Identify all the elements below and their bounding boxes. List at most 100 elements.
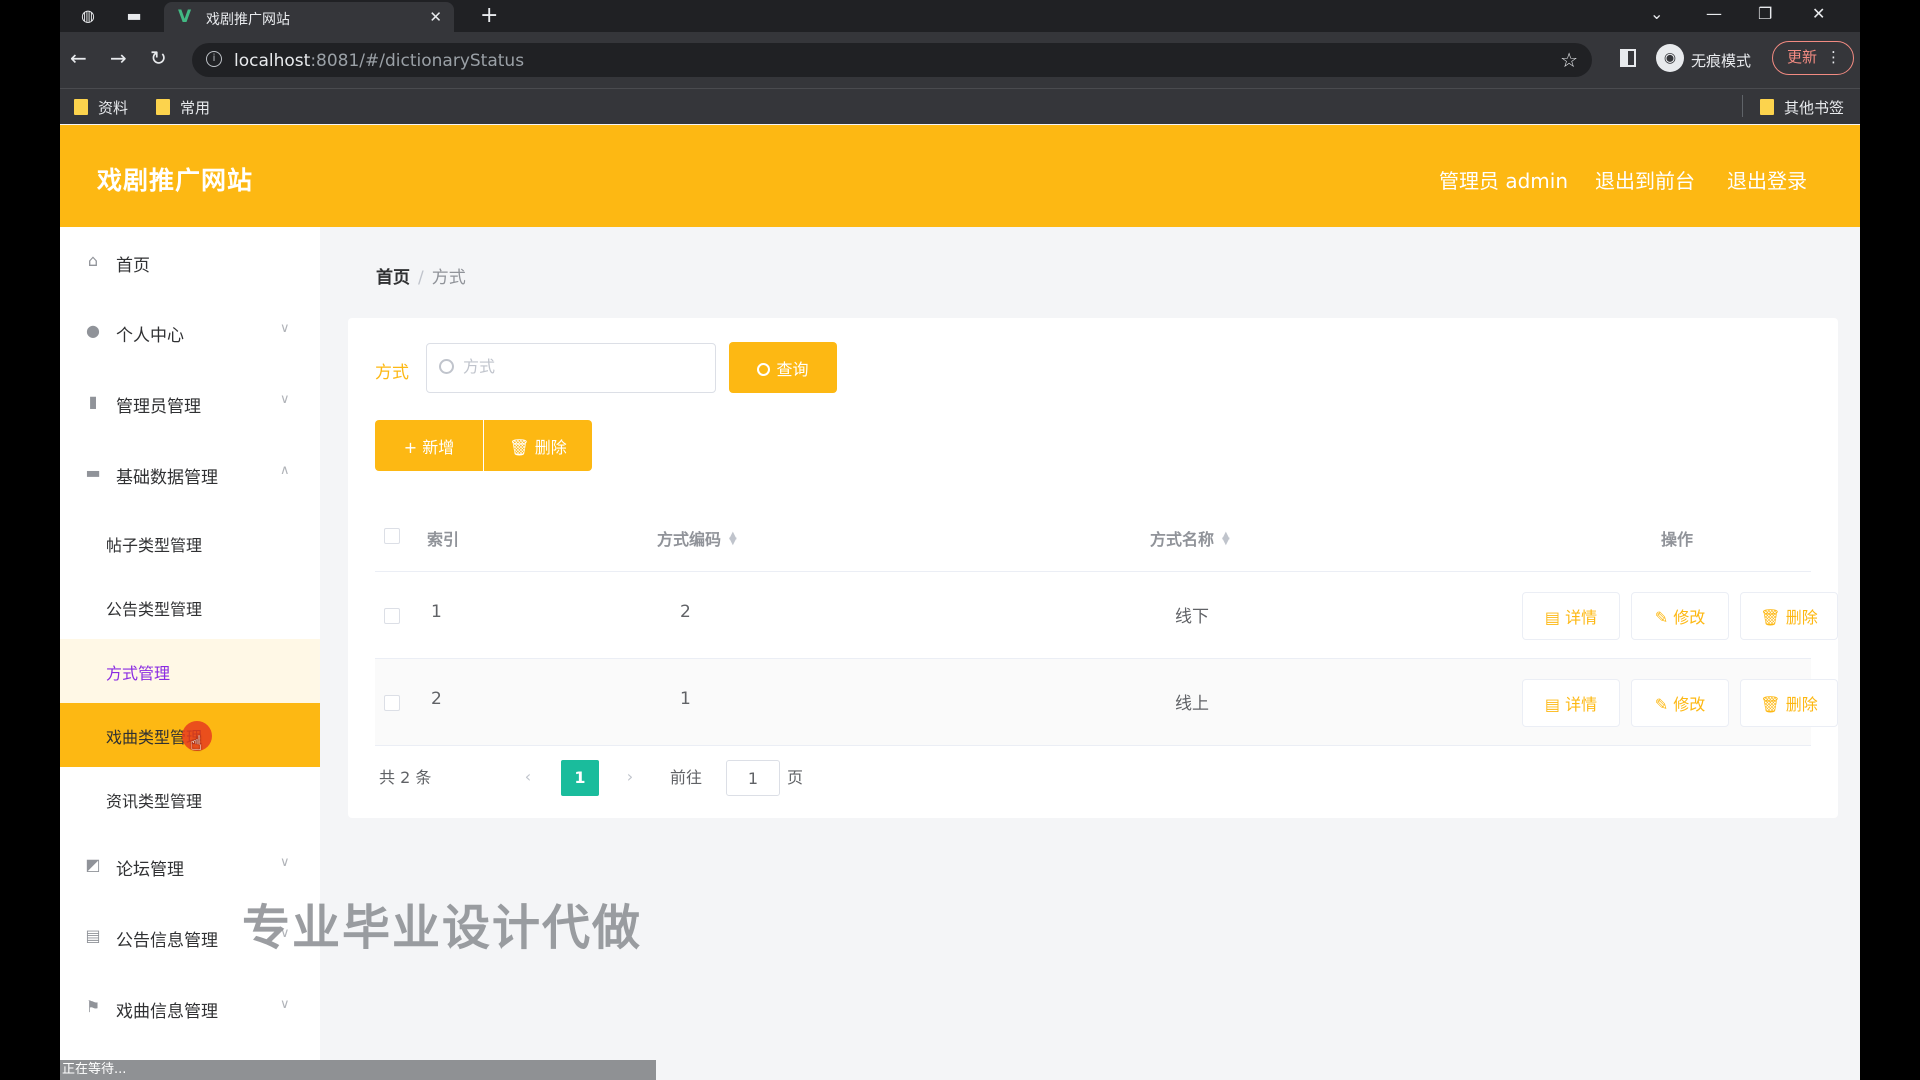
detail-label: 详情: [1565, 695, 1598, 714]
tab-search-icon[interactable]: ▬: [124, 6, 144, 26]
document-icon: ▤: [1544, 608, 1566, 627]
bookmark-folder[interactable]: 资料: [74, 97, 128, 118]
sidebar-item-home[interactable]: ⌂ 首页: [60, 227, 320, 297]
column-header-code[interactable]: 方式编码 ▲ ▼: [657, 526, 737, 550]
to-front-link[interactable]: 退出到前台: [1595, 165, 1695, 194]
column-header-label: 方式编码: [657, 530, 722, 549]
add-button[interactable]: + 新增: [375, 420, 483, 471]
column-header-label: 方式名称: [1150, 530, 1215, 549]
search-icon: [439, 359, 454, 374]
url-host: localhost: [234, 51, 311, 71]
logout-link[interactable]: 退出登录: [1727, 165, 1807, 194]
more-icon[interactable]: ⋮: [1826, 42, 1841, 73]
incognito-icon[interactable]: ◉: [1656, 44, 1684, 72]
sidebar-item-admins[interactable]: ▮ 管理员管理 ∨: [60, 368, 320, 438]
app-header: 戏剧推广网站 管理员 admin 退出到前台 退出登录: [60, 125, 1860, 227]
url-path: :8081/#/dictionaryStatus: [310, 51, 525, 71]
row-checkbox[interactable]: [384, 695, 400, 711]
delete-button-label: 删除: [534, 437, 567, 457]
vue-icon: V: [178, 7, 192, 27]
info-icon[interactable]: i: [206, 51, 222, 67]
sort-icon[interactable]: ▲ ▼: [1222, 531, 1230, 547]
query-button-label: 查询: [776, 359, 809, 379]
admin-user-label: 管理员 admin: [1439, 169, 1569, 193]
breadcrumb: 首页 / 方式: [376, 263, 466, 288]
sort-icon[interactable]: ▲ ▼: [729, 531, 737, 547]
edit-button[interactable]: ✎ 修改: [1631, 679, 1729, 727]
sidebar-item-profile[interactable]: ● 个人中心 ∨: [60, 297, 320, 367]
plus-icon: +: [403, 437, 423, 457]
globe-icon[interactable]: ◍: [78, 6, 98, 26]
reload-icon[interactable]: ↻: [150, 46, 167, 70]
folder-icon: [1760, 99, 1774, 115]
sidebar-subitem-opera-types[interactable]: 戏曲类型管理 ☝: [60, 703, 320, 767]
cell-code: 1: [680, 689, 691, 709]
restore-icon[interactable]: ❐: [1758, 4, 1772, 23]
detail-button[interactable]: ▤ 详情: [1522, 679, 1620, 727]
sidebar-item-label: 戏曲信息管理: [116, 1002, 218, 1022]
query-button[interactable]: 查询: [729, 342, 837, 393]
delete-label: 删除: [1785, 695, 1818, 714]
breadcrumb-separator: /: [418, 268, 424, 288]
close-icon[interactable]: ✕: [429, 8, 442, 26]
column-header-index: 索引: [427, 530, 460, 549]
pagination-total: 共 2 条: [379, 768, 432, 787]
side-panel-icon[interactable]: [1620, 49, 1636, 67]
page-number-current[interactable]: 1: [561, 760, 599, 796]
bookmarks-divider: [1742, 95, 1743, 117]
column-header-name[interactable]: 方式名称 ▲ ▼: [1150, 526, 1230, 550]
detail-button[interactable]: ▤ 详情: [1522, 592, 1620, 640]
back-icon[interactable]: ←: [70, 46, 87, 70]
sidebar-item-opera-info[interactable]: ⚑ 戏曲信息管理 ∨: [60, 973, 320, 1043]
edit-label: 修改: [1673, 608, 1706, 627]
sidebar-subitem-notice-types[interactable]: 公告类型管理: [60, 575, 320, 639]
window-close-icon[interactable]: ✕: [1812, 4, 1825, 23]
sidebar-subitem-news-types[interactable]: 资讯类型管理: [60, 767, 320, 831]
search-field[interactable]: [463, 357, 703, 376]
tab-bar: ◍ ▬ V 戏剧推广网站 ✕ + ⌄ — ❐ ✕: [60, 0, 1860, 32]
new-tab-icon[interactable]: +: [480, 3, 498, 28]
sidebar-subitem-post-types[interactable]: 帖子类型管理: [60, 511, 320, 575]
trash-icon: 🗑: [509, 437, 535, 457]
batch-delete-button[interactable]: 🗑 删除: [484, 420, 592, 471]
bookmark-folder[interactable]: 常用: [156, 97, 210, 118]
search-input[interactable]: [426, 343, 716, 393]
edit-button[interactable]: ✎ 修改: [1631, 592, 1729, 640]
prev-page-icon[interactable]: ‹: [512, 760, 544, 794]
edit-label: 修改: [1673, 695, 1706, 714]
url-text[interactable]: localhost:8081/#/dictionaryStatus: [234, 51, 524, 71]
update-button[interactable]: 更新 ⋮: [1772, 41, 1854, 75]
detail-label: 详情: [1565, 608, 1598, 627]
select-all-checkbox[interactable]: [384, 528, 400, 544]
brand-title: 戏剧推广网站: [97, 166, 254, 195]
address-bar[interactable]: i localhost:8081/#/dictionaryStatus ☆: [192, 43, 1592, 77]
sidebar-subitem-label: 帖子类型管理: [106, 536, 203, 555]
pencil-icon: ✎: [1654, 608, 1674, 627]
sidebar-subitem-methods[interactable]: 方式管理: [60, 639, 320, 703]
breadcrumb-home[interactable]: 首页: [376, 268, 410, 288]
status-bar: 正在等待...: [60, 1060, 656, 1080]
chevron-down-icon: ∨: [280, 321, 290, 336]
active-tab[interactable]: V 戏剧推广网站 ✕: [164, 2, 454, 32]
folder-icon: [74, 99, 88, 115]
goto-page-input[interactable]: [726, 760, 780, 796]
other-bookmarks[interactable]: 其他书签: [1760, 97, 1844, 118]
chart-icon: ◩: [85, 855, 101, 874]
home-icon: ⌂: [87, 251, 99, 270]
delete-button[interactable]: 🗑 删除: [1740, 592, 1838, 640]
minimize-icon[interactable]: —: [1706, 4, 1722, 23]
next-page-icon[interactable]: ›: [614, 760, 646, 794]
cell-index: 2: [431, 689, 442, 709]
pencil-icon: ✎: [1654, 695, 1674, 714]
sidebar-item-basic-data[interactable]: ▬ 基础数据管理 ∧: [60, 439, 320, 509]
chevron-down-icon[interactable]: ⌄: [1650, 4, 1663, 23]
table-header: 索引 方式编码 ▲ ▼ 方式名称 ▲ ▼ 操作: [375, 500, 1811, 572]
row-checkbox[interactable]: [384, 608, 400, 624]
trash-icon: 🗑: [1760, 608, 1786, 627]
trash-icon: 🗑: [1760, 695, 1786, 714]
incognito-label: 无痕模式: [1691, 52, 1752, 70]
delete-button[interactable]: 🗑 删除: [1740, 679, 1838, 727]
sidebar-item-label: 首页: [116, 256, 150, 276]
forward-icon[interactable]: →: [110, 46, 127, 70]
bookmark-star-icon[interactable]: ☆: [1560, 48, 1578, 72]
